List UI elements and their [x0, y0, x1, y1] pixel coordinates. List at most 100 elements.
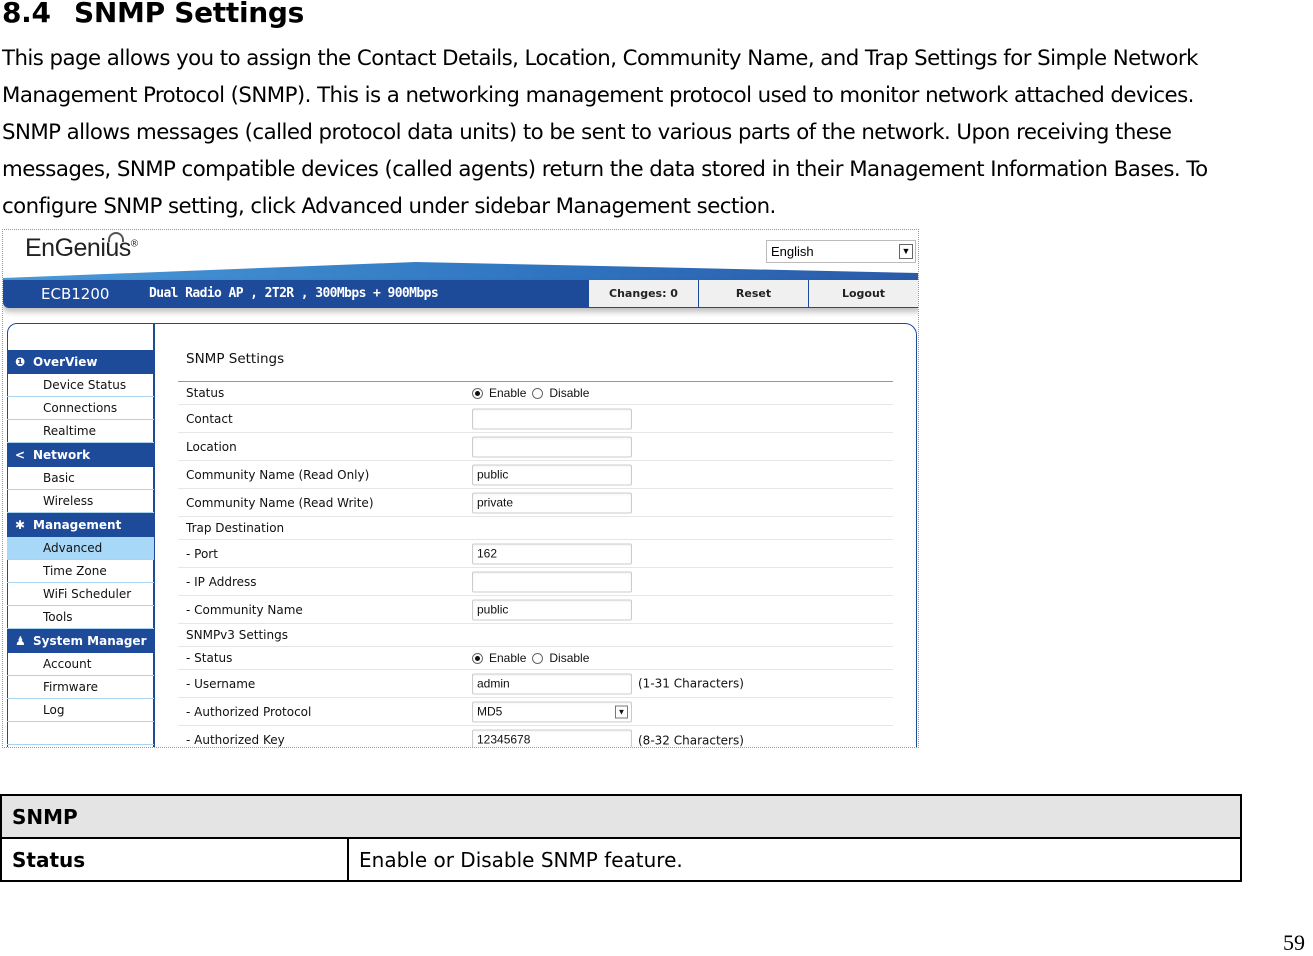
changes-button[interactable]: Changes: 0	[588, 280, 698, 307]
trap-ip-label: - IP Address	[186, 574, 257, 589]
panel-title: SNMP Settings	[186, 351, 285, 367]
share-icon: <	[15, 448, 26, 462]
auth-key-hint: (8-32 Characters)	[638, 733, 744, 747]
disable-label: Disable	[549, 651, 590, 665]
trap-community-label: - Community Name	[186, 602, 303, 617]
language-select[interactable]: English ▼	[766, 240, 916, 263]
wifi-icon	[108, 232, 124, 242]
paragraph-line: This page allows you to assign the Conta…	[2, 46, 1198, 71]
snmpv3-label: SNMPv3 Settings	[186, 628, 288, 642]
sidebar-section-network[interactable]: < Network	[7, 443, 154, 467]
sidebar-item-time-zone[interactable]: Time Zone	[7, 560, 154, 583]
logout-button[interactable]: Logout	[808, 280, 918, 307]
contact-input[interactable]	[472, 408, 632, 429]
header-bar: ECB1200 Dual Radio AP , 2T2R , 300Mbps +…	[3, 280, 918, 308]
sidebar-section-overview[interactable]: ❶ OverView	[7, 350, 154, 374]
section-title: SNMP Settings	[74, 0, 304, 29]
trap-port-label: - Port	[186, 546, 218, 561]
auth-protocol-value: MD5	[477, 704, 503, 718]
trap-port-input[interactable]: 162	[472, 543, 632, 564]
sidebar-section-label: Management	[33, 518, 122, 532]
paragraph-line: messages, SNMP compatible devices (calle…	[2, 157, 1208, 182]
trap-community-input[interactable]: public	[472, 599, 632, 620]
v3-username-input[interactable]: admin	[472, 673, 632, 694]
v3-auth-protocol-label: - Authorized Protocol	[186, 704, 312, 719]
sidebar-section-label: Network	[33, 448, 91, 462]
table-value: Enable or Disable SNMP feature.	[347, 837, 1242, 882]
v3-auth-protocol-row: - Authorized Protocol MD5 ▼	[178, 698, 893, 726]
status-row: Status Enable Disable	[178, 382, 893, 405]
sidebar-item-wireless[interactable]: Wireless	[7, 490, 154, 513]
sidebar-item-advanced[interactable]: Advanced	[7, 537, 154, 560]
sidebar-item-wifi-scheduler[interactable]: WiFi Scheduler	[7, 583, 154, 606]
sidebar-section-system-manager[interactable]: ♟ System Manager	[7, 629, 154, 653]
ui-screenshot: EnGenius® English ▼ ECB1200 Dual Radio A…	[2, 229, 919, 748]
sidebar-item-log[interactable]: Log	[7, 699, 154, 722]
info-icon: ❶	[15, 355, 26, 369]
sidebar: ❶ OverView Device Status Connections Real…	[7, 350, 154, 745]
sidebar-item-connections[interactable]: Connections	[7, 397, 154, 420]
v3-disable-radio[interactable]	[532, 652, 544, 664]
location-label: Location	[186, 439, 237, 454]
sidebar-item-tools[interactable]: Tools	[7, 606, 154, 629]
reset-button[interactable]: Reset	[698, 280, 808, 307]
status-label: Status	[186, 386, 225, 400]
sidebar-item-realtime[interactable]: Realtime	[7, 420, 154, 443]
table-key: Status	[0, 837, 349, 882]
location-input[interactable]	[472, 436, 632, 457]
v3-username-label: - Username	[186, 676, 256, 691]
community-ro-label: Community Name (Read Only)	[186, 467, 370, 482]
table-row: Status Enable or Disable SNMP feature.	[0, 837, 1242, 882]
status-disable-radio[interactable]	[532, 387, 544, 399]
community-rw-input[interactable]: private	[472, 492, 632, 513]
trap-destination-row: Trap Destination	[178, 517, 893, 540]
enable-label: Enable	[489, 651, 527, 665]
trap-destination-label: Trap Destination	[186, 521, 285, 535]
model-description: Dual Radio AP , 2T2R , 300Mbps + 900Mbps	[149, 286, 439, 301]
community-ro-row: Community Name (Read Only) public	[178, 461, 893, 489]
snmpv3-row: SNMPv3 Settings	[178, 624, 893, 647]
chevron-down-icon: ▼	[899, 244, 913, 259]
snmp-description-table: SNMP Status Enable or Disable SNMP featu…	[0, 794, 1242, 882]
trap-ip-input[interactable]	[472, 571, 632, 592]
model-name: ECB1200	[41, 285, 110, 303]
sidebar-item-firmware[interactable]: Firmware	[7, 676, 154, 699]
sidebar-section-management[interactable]: ✱ Management	[7, 513, 154, 537]
sidebar-item-device-status[interactable]: Device Status	[7, 374, 154, 397]
paragraph-line: SNMP allows messages (called protocol da…	[2, 120, 1172, 145]
sidebar-item-basic[interactable]: Basic	[7, 467, 154, 490]
trap-ip-row: - IP Address	[178, 568, 893, 596]
header-swoosh	[3, 262, 918, 282]
sidebar-section-label: System Manager	[33, 634, 147, 648]
contact-row: Contact	[178, 405, 893, 433]
user-icon: ♟	[15, 634, 26, 648]
enable-label: Enable	[489, 386, 527, 400]
registered-mark: ®	[130, 238, 138, 250]
v3-username-row: - Username admin (1-31 Characters)	[178, 670, 893, 698]
v3-auth-key-input[interactable]: 12345678	[472, 729, 632, 747]
auth-protocol-select[interactable]: MD5 ▼	[472, 701, 632, 722]
sidebar-item-account[interactable]: Account	[7, 653, 154, 676]
trap-port-row: - Port 162	[178, 540, 893, 568]
disable-label: Disable	[549, 386, 590, 400]
v3-status-radio-group: Enable Disable	[472, 651, 589, 665]
v3-auth-key-row: - Authorized Key 12345678 (8-32 Character…	[178, 726, 893, 747]
paragraph-line: configure SNMP setting, click Advanced u…	[2, 194, 776, 219]
snmp-settings-panel: SNMP Settings Status Enable Disable Cont…	[178, 351, 893, 747]
language-value: English	[771, 244, 814, 259]
community-ro-input[interactable]: public	[472, 464, 632, 485]
section-number: 8.4	[2, 0, 51, 29]
sidebar-spacer	[7, 722, 154, 745]
status-enable-radio[interactable]	[472, 387, 483, 399]
v3-status-label: - Status	[186, 651, 233, 665]
page-number: 59	[1283, 930, 1305, 955]
v3-enable-radio[interactable]	[472, 652, 483, 664]
chevron-down-icon: ▼	[615, 705, 628, 718]
status-radio-group: Enable Disable	[472, 386, 589, 400]
community-rw-row: Community Name (Read Write) private	[178, 489, 893, 517]
intro-paragraph: This page allows you to assign the Conta…	[2, 40, 1292, 225]
gear-icon: ✱	[15, 518, 26, 532]
contact-label: Contact	[186, 411, 233, 426]
paragraph-line: Management Protocol (SNMP). This is a ne…	[2, 83, 1194, 108]
table-header: SNMP	[0, 794, 1242, 839]
